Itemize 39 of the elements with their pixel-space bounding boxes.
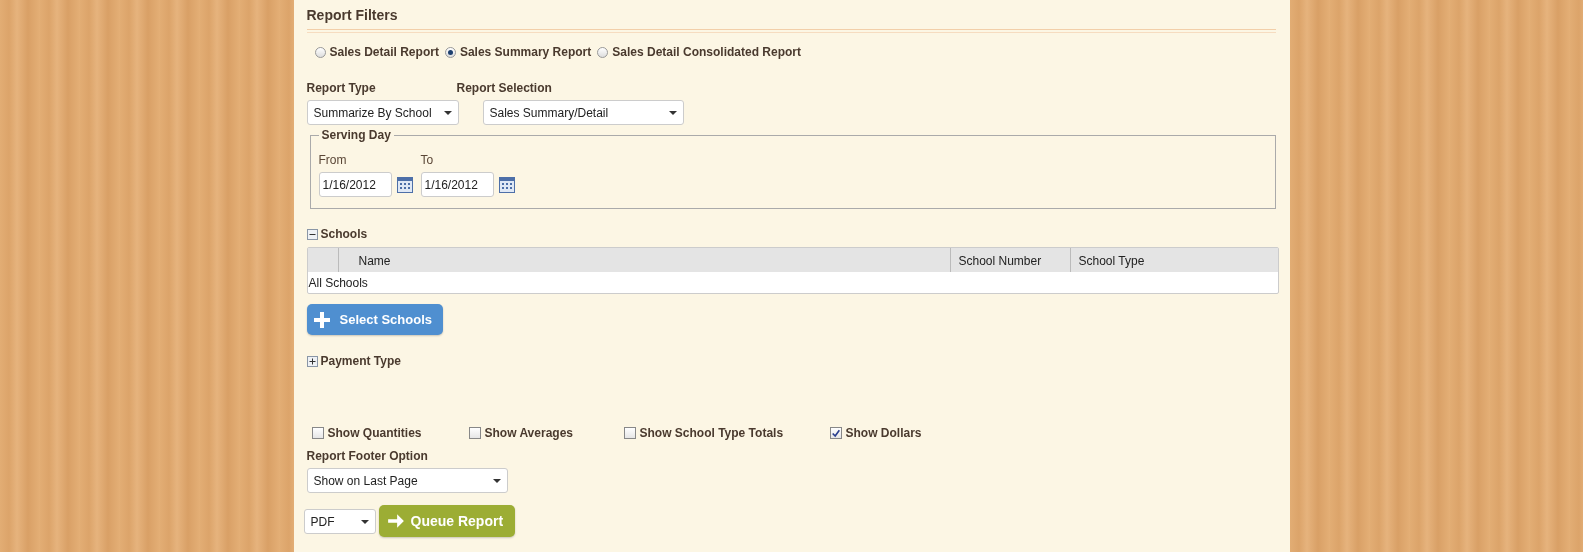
radio-label: Sales Detail Consolidated Report <box>612 45 801 59</box>
report-type-dropdown[interactable]: Summarize By School <box>306 100 459 125</box>
checkbox[interactable] <box>311 427 324 439</box>
column-header[interactable]: School Type <box>1070 248 1278 272</box>
field-label: Report Footer Option <box>306 449 429 463</box>
checkbox[interactable] <box>468 427 481 439</box>
field-label: From <box>318 153 348 167</box>
section-label: Schools <box>320 227 368 241</box>
column-header[interactable]: School Number <box>950 248 1071 272</box>
table-cell: All Schools <box>307 275 368 290</box>
plus-icon <box>313 311 330 328</box>
checkbox-label: Show Dollars <box>845 426 922 440</box>
checkbox[interactable] <box>829 427 842 439</box>
radio-label: Sales Detail Report <box>329 45 439 59</box>
column-header[interactable]: Name <box>338 248 951 272</box>
footer-option-dropdown[interactable]: Show on Last Page <box>306 468 508 493</box>
field-label: Report Type <box>306 81 377 95</box>
arrow-icon <box>386 512 405 530</box>
date-field[interactable]: 1/16/2012 <box>318 172 392 197</box>
radio-button[interactable] <box>444 46 456 58</box>
field-label: Report Selection <box>456 81 553 95</box>
format-dropdown[interactable]: PDF <box>303 508 376 534</box>
checkbox-label: Show School Type Totals <box>639 426 784 440</box>
checkbox[interactable] <box>623 427 636 439</box>
radio-button[interactable] <box>314 46 326 58</box>
checkbox-label: Show Quantities <box>327 426 422 440</box>
expand-icon[interactable] <box>306 355 318 367</box>
section-label: Payment Type <box>320 354 401 368</box>
calendar-icon[interactable] <box>396 176 413 193</box>
group-legend: Serving Day <box>318 128 394 142</box>
date-field[interactable]: 1/16/2012 <box>420 172 494 197</box>
checkbox-label: Show Averages <box>484 426 573 440</box>
radio-button[interactable] <box>597 46 609 58</box>
report-selection-dropdown[interactable]: Sales Summary/Detail <box>482 100 684 125</box>
field-label: To <box>420 153 435 167</box>
collapse-icon[interactable] <box>306 228 318 240</box>
section-title: Report Filters <box>306 7 399 25</box>
calendar-icon[interactable] <box>498 176 515 193</box>
radio-label: Sales Summary Report <box>459 45 592 59</box>
